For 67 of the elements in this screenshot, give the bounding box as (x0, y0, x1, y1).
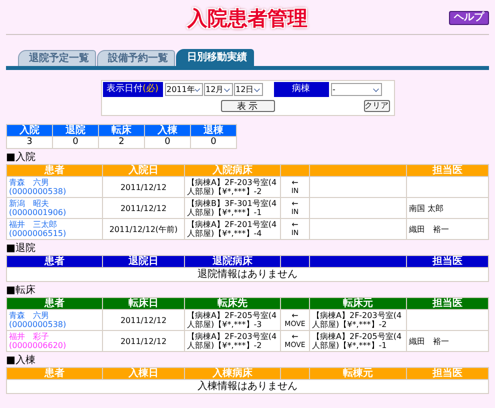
table-cell: 【病棟A】2F-203号室(4人部屋)【¥*,***】-2 (185, 177, 280, 197)
column-header: 患者 (7, 368, 102, 379)
section-heading: ■転床 (6, 285, 36, 297)
section-heading: ■入棟 (6, 355, 36, 367)
dropdown[interactable]: - (330, 83, 382, 96)
tab[interactable]: 日別移動実績 (176, 49, 254, 66)
ward-label: 病棟 (274, 82, 328, 97)
table-cell: 2011/12/12 (103, 331, 184, 351)
table-cell: 織田 裕一 (407, 331, 488, 351)
table-cell: 2011/12/12 (103, 198, 184, 218)
column-header: 担当医 (407, 256, 488, 267)
table-cell: 【病棟B】3F-301号室(4人部屋)【¥*,***】-1 (185, 198, 280, 218)
column-header: 入院日 (103, 165, 184, 176)
column-header: 退院日 (103, 256, 184, 267)
column-header: 転床先 (185, 298, 280, 309)
table-cell: 織田 裕一 (407, 219, 488, 239)
show-button[interactable]: 表 示 (220, 100, 274, 112)
summary-header: 入院 (7, 125, 52, 136)
column-header: 入棟日 (103, 368, 184, 379)
patient-link[interactable]: 青森 六男 (0000000538) (7, 177, 102, 197)
summary-count: 0 (145, 137, 190, 148)
patient-link[interactable]: 新潟 昭夫 (0000001906) (7, 198, 102, 218)
table-cell: 2011/12/12(午前) (103, 219, 184, 239)
table-cell: 【病棟A】2F-203号室(4人部屋)【¥*,***】-2 (310, 310, 406, 330)
tab[interactable]: 設備予約一覧 (97, 50, 175, 66)
summary-header: 入棟 (145, 125, 190, 136)
table-cell: 【病棟A】2F-201号室(4人部屋)【¥*,***】-4 (185, 219, 280, 239)
column-header: 担当医 (407, 368, 488, 379)
dropdown[interactable]: 2011年 (164, 83, 202, 96)
dropdown[interactable]: 12月 (204, 83, 232, 96)
column-header: 転棟元 (310, 368, 406, 379)
page-title: 入院患者管理 (188, 4, 308, 32)
column-header: 患者 (7, 298, 102, 309)
summary-count: 0 (191, 137, 236, 148)
summary-count: 2 (99, 137, 144, 148)
summary-count: 3 (7, 137, 52, 148)
table-cell: 南国 太郎 (407, 198, 488, 218)
column-header: 担当医 (407, 298, 488, 309)
column-header: 入棟病床 (185, 368, 280, 379)
summary-count: 0 (53, 137, 98, 148)
patient-link[interactable]: 青森 六男 (0000000538) (7, 310, 102, 330)
column-header: 転床元 (310, 298, 406, 309)
summary-header: 退院 (53, 125, 98, 136)
empty-message: 退院情報はありません (7, 268, 488, 281)
column-header: 患者 (7, 165, 102, 176)
table-cell: 2011/12/12 (103, 310, 184, 330)
empty-message: 入棟情報はありません (7, 380, 488, 393)
patient-link[interactable]: 福井 三太郎 (0000006515) (7, 219, 102, 239)
table-cell: 【病棟A】2F-205号室(4人部屋)【¥*,***】-1 (310, 331, 406, 351)
column-header: 患者 (7, 256, 102, 267)
column-header: 退院病床 (185, 256, 280, 267)
patient-link[interactable]: 福井 彩子 (0000006620) (7, 331, 102, 351)
table-cell: 2011/12/12 (103, 177, 184, 197)
table-cell: 【病棟A】2F-203号室(4人部屋)【¥*,***】-2 (185, 331, 280, 351)
tab[interactable]: 退院予定一覧 (18, 50, 96, 66)
summary-header: 転床 (99, 125, 144, 136)
summary-header: 退棟 (191, 125, 236, 136)
dropdown[interactable]: 12日 (234, 83, 262, 96)
table-cell: 【病棟A】2F-205号室(4人部屋)【¥*,***】-3 (185, 310, 280, 330)
column-header: 担当医 (407, 165, 488, 176)
clear-button[interactable]: クリア (364, 100, 390, 112)
column-header: 入院病床 (185, 165, 280, 176)
help-button[interactable]: ヘルプ (449, 11, 489, 25)
section-heading: ■入院 (6, 152, 36, 164)
column-header: 転床日 (103, 298, 184, 309)
date-label: 表示日付(必) (102, 82, 162, 97)
section-heading: ■退院 (6, 243, 36, 255)
